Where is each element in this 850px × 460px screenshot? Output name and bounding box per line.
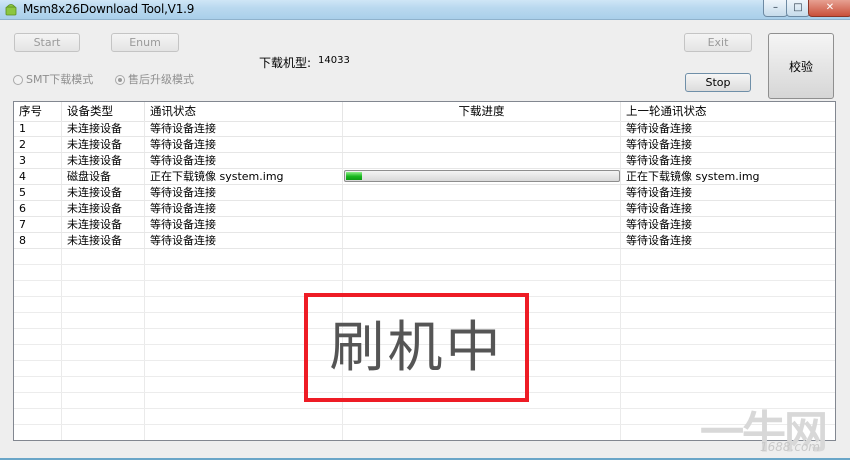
radio-smt-label: SMT下载模式	[26, 73, 94, 86]
cell-no: 7	[19, 218, 26, 231]
table-row[interactable]: 5 未连接设备 等待设备连接 等待设备连接	[14, 185, 835, 201]
title-bar[interactable]: Msm8x26Download Tool,V1.9 – □ ✕	[0, 0, 850, 20]
column-header-type[interactable]: 设备类型	[62, 102, 145, 121]
cell-last-status: 正在下载镜像 system.img	[626, 170, 760, 183]
column-header-last-status[interactable]: 上一轮通讯状态	[621, 102, 835, 121]
exit-button[interactable]: Exit	[684, 33, 752, 52]
radio-smt-mode[interactable]: SMT下载模式	[13, 71, 93, 87]
progress-fill	[346, 172, 362, 180]
cell-device-type: 未连接设备	[67, 154, 122, 167]
table-row[interactable]: 2 未连接设备 等待设备连接 等待设备连接	[14, 137, 835, 153]
enum-button[interactable]: Enum	[111, 33, 179, 52]
radio-indicator-selected	[115, 75, 125, 85]
table-row[interactable]: 6 未连接设备 等待设备连接 等待设备连接	[14, 201, 835, 217]
cell-comm-status: 等待设备连接	[150, 138, 216, 151]
cell-device-type: 磁盘设备	[67, 170, 111, 183]
model-label: 下载机型:	[259, 56, 312, 70]
cell-last-status: 等待设备连接	[626, 186, 692, 199]
cell-device-type: 未连接设备	[67, 202, 122, 215]
close-button[interactable]: ✕	[808, 0, 850, 17]
watermark-url: 1688.com	[760, 440, 820, 454]
table-row[interactable]: 4 磁盘设备 正在下载镜像 system.img 正在下载镜像 system.img	[14, 169, 835, 185]
maximize-button[interactable]: □	[786, 0, 810, 17]
app-window: Msm8x26Download Tool,V1.9 – □ ✕ Start En…	[0, 0, 850, 458]
cell-comm-status: 等待设备连接	[150, 186, 216, 199]
cell-no: 3	[19, 154, 26, 167]
list-header: 序号 设备类型 通讯状态 下载进度 上一轮通讯状态	[14, 102, 835, 122]
column-header-progress[interactable]: 下载进度	[343, 102, 621, 121]
cell-comm-status: 等待设备连接	[150, 234, 216, 247]
cell-comm-status: 等待设备连接	[150, 218, 216, 231]
start-button[interactable]: Start	[14, 33, 80, 52]
cell-no: 5	[19, 186, 26, 199]
cell-device-type: 未连接设备	[67, 218, 122, 231]
grid-line	[14, 280, 835, 281]
download-progress-bar	[344, 170, 620, 182]
cell-comm-status: 等待设备连接	[150, 122, 216, 135]
table-row[interactable]: 3 未连接设备 等待设备连接 等待设备连接	[14, 153, 835, 169]
cell-comm-status: 正在下载镜像 system.img	[150, 170, 284, 183]
radio-after-sale-label: 售后升级模式	[128, 73, 194, 86]
flashing-overlay-text: 刷机中	[329, 315, 504, 379]
cell-last-status: 等待设备连接	[626, 138, 692, 151]
cell-no: 6	[19, 202, 26, 215]
cell-last-status: 等待设备连接	[626, 234, 692, 247]
cell-last-status: 等待设备连接	[626, 202, 692, 215]
table-row[interactable]: 8 未连接设备 等待设备连接 等待设备连接	[14, 233, 835, 249]
cell-no: 8	[19, 234, 26, 247]
cell-last-status: 等待设备连接	[626, 218, 692, 231]
column-header-status[interactable]: 通讯状态	[145, 102, 343, 121]
column-header-no[interactable]: 序号	[14, 102, 62, 121]
window-title: Msm8x26Download Tool,V1.9	[23, 2, 195, 16]
model-value: 14033	[318, 55, 350, 66]
cell-no: 1	[19, 122, 26, 135]
cell-device-type: 未连接设备	[67, 138, 122, 151]
verify-button[interactable]: 校验	[768, 33, 834, 99]
table-row[interactable]: 7 未连接设备 等待设备连接 等待设备连接	[14, 217, 835, 233]
flashing-overlay-box: 刷机中	[304, 293, 529, 402]
minimize-button[interactable]: –	[763, 0, 788, 17]
cell-last-status: 等待设备连接	[626, 154, 692, 167]
cell-no: 2	[19, 138, 26, 151]
cell-comm-status: 等待设备连接	[150, 202, 216, 215]
grid-line	[14, 264, 835, 265]
cell-device-type: 未连接设备	[67, 234, 122, 247]
cell-device-type: 未连接设备	[67, 122, 122, 135]
radio-after-sale-mode[interactable]: 售后升级模式	[115, 71, 194, 87]
cell-last-status: 等待设备连接	[626, 122, 692, 135]
radio-indicator	[13, 75, 23, 85]
stop-button[interactable]: Stop	[685, 73, 751, 92]
android-app-icon	[5, 4, 17, 16]
cell-comm-status: 等待设备连接	[150, 154, 216, 167]
cell-device-type: 未连接设备	[67, 186, 122, 199]
table-row[interactable]: 1 未连接设备 等待设备连接 等待设备连接	[14, 121, 835, 137]
cell-no: 4	[19, 170, 26, 183]
